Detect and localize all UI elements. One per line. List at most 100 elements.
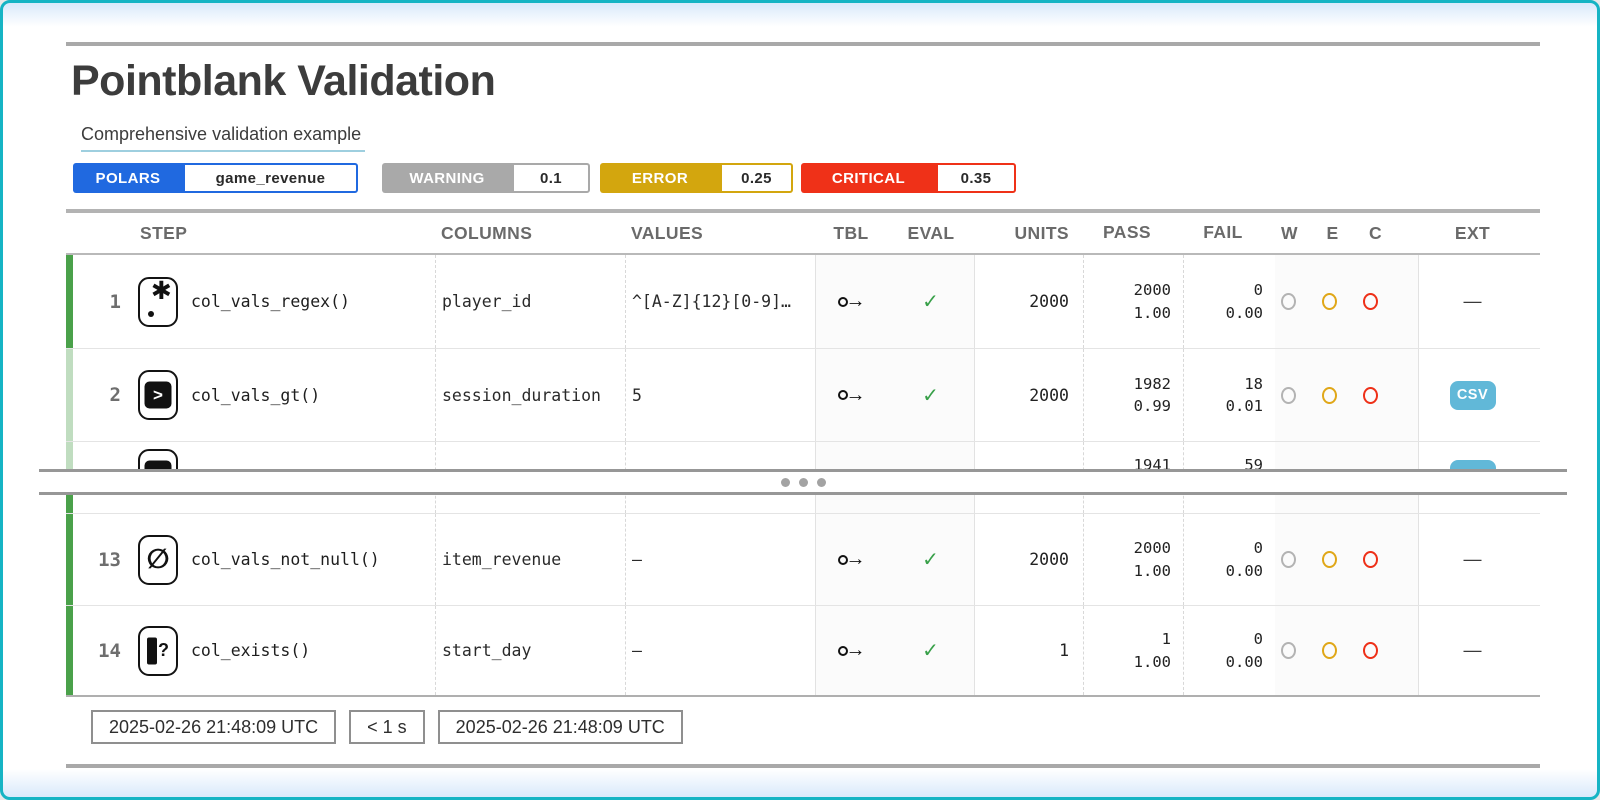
pass-count: 2000 xyxy=(1134,537,1171,559)
error-threshold-value: 0.25 xyxy=(720,163,793,193)
table-name-badge: game_revenue xyxy=(183,163,358,193)
values-cell: – xyxy=(625,606,815,695)
status-bar xyxy=(66,514,73,605)
end-time: 2025-02-26 21:48:09 UTC xyxy=(438,710,683,744)
status-bar xyxy=(66,606,73,695)
column-header-columns: COLUMNS xyxy=(441,223,532,243)
assertion-label: col_vals_not_null() xyxy=(191,550,380,569)
eval-check-icon: ✓ xyxy=(922,547,939,572)
table-arrow-icon xyxy=(838,385,866,406)
fail-count: 18 xyxy=(1244,373,1263,395)
columns-cell: session_duration xyxy=(435,349,625,441)
column-header-step: STEP xyxy=(140,223,187,244)
greater-than-icon: > xyxy=(138,370,178,420)
units-cell: 2000 xyxy=(975,550,1083,569)
critical-circle-icon xyxy=(1363,642,1378,659)
error-threshold-badge: ERROR 0.25 xyxy=(600,163,793,193)
critical-threshold-value: 0.35 xyxy=(936,163,1016,193)
status-bar xyxy=(66,255,73,348)
error-circle-icon xyxy=(1322,387,1337,404)
step-number: 14 xyxy=(73,640,135,662)
table-row: 14 ? col_exists() start_day – ✓ 1 11.00 … xyxy=(66,605,1540,697)
pass-fraction: 1.00 xyxy=(1134,651,1171,673)
pass-count: 1982 xyxy=(1134,373,1171,395)
column-header-eval: EVAL xyxy=(908,223,955,244)
csv-download-button[interactable]: CSV xyxy=(1450,381,1496,410)
eval-check-icon: ✓ xyxy=(922,289,939,314)
column-header-e: E xyxy=(1324,223,1341,244)
warning-threshold-badge: WARNING 0.1 xyxy=(382,163,590,193)
columns-cell: player_id xyxy=(435,255,625,348)
warning-circle-icon xyxy=(1281,293,1296,310)
fail-count: 0 xyxy=(1254,628,1263,650)
fail-fraction: 0.01 xyxy=(1226,395,1263,417)
assertion-label: col_vals_gt() xyxy=(191,386,320,405)
badge-row: POLARS game_revenue WARNING 0.1 ERROR 0.… xyxy=(73,163,1016,193)
units-cell: 1 xyxy=(975,641,1083,660)
ellipsis-dot-icon xyxy=(799,478,808,487)
fail-fraction: 0.00 xyxy=(1226,302,1263,324)
fail-count: 0 xyxy=(1254,279,1263,301)
values-cell: 5 xyxy=(625,349,815,441)
warning-circle-icon xyxy=(1281,642,1296,659)
validation-table: STEP COLUMNS VALUES TBL EVAL UNITS PASS … xyxy=(66,209,1540,697)
error-circle-icon xyxy=(1322,293,1337,310)
values-cell: – xyxy=(625,514,815,605)
table-row: 13 ∅ col_vals_not_null() item_revenue – … xyxy=(66,513,1540,605)
table-row: 2 > col_vals_gt() session_duration 5 ✓ 2… xyxy=(66,348,1540,441)
ellipsis-dot-icon xyxy=(781,478,790,487)
pointblank-validation-report: Pointblank Validation Comprehensive vali… xyxy=(0,0,1600,800)
pass-fraction: 0.99 xyxy=(1134,395,1171,417)
polars-badge-label: POLARS xyxy=(73,163,183,193)
units-cell: 2000 xyxy=(975,292,1083,311)
error-circle-icon xyxy=(1322,551,1337,568)
column-header-fail: FAIL xyxy=(1203,220,1243,245)
error-circle-icon xyxy=(1322,642,1337,659)
status-bar xyxy=(66,349,73,441)
regex-icon: ✱ xyxy=(138,277,178,327)
pass-count: 2000 xyxy=(1134,279,1171,301)
collapsed-rows-divider[interactable] xyxy=(39,469,1567,495)
step-number: 2 xyxy=(73,384,135,406)
column-exists-icon: ? xyxy=(138,626,178,676)
assertion-label: col_vals_regex() xyxy=(191,292,350,311)
step-number: 1 xyxy=(73,291,135,313)
step-number: 13 xyxy=(73,549,135,571)
critical-circle-icon xyxy=(1363,551,1378,568)
table-arrow-icon xyxy=(838,291,866,312)
pass-fraction: 1.00 xyxy=(1134,560,1171,582)
duration: < 1 s xyxy=(349,710,425,744)
column-header-ext: EXT xyxy=(1455,223,1490,244)
fail-count: 0 xyxy=(1254,537,1263,559)
top-rule xyxy=(66,42,1540,46)
column-header-units: UNITS xyxy=(1015,223,1070,243)
warning-circle-icon xyxy=(1281,551,1296,568)
assertion-label: col_exists() xyxy=(191,641,310,660)
ellipsis-dot-icon xyxy=(817,478,826,487)
report-subtitle: Comprehensive validation example xyxy=(81,124,365,152)
error-badge-label: ERROR xyxy=(600,163,720,193)
fail-fraction: 0.00 xyxy=(1226,560,1263,582)
column-header-c: C xyxy=(1367,223,1384,244)
column-header-w: W xyxy=(1281,223,1298,244)
critical-badge-label: CRITICAL xyxy=(801,163,936,193)
units-cell: 2000 xyxy=(975,386,1083,405)
column-header-values: VALUES xyxy=(631,223,703,243)
table-row: 1 ✱ col_vals_regex() player_id ^[A-Z]{12… xyxy=(66,255,1540,348)
source-badge: POLARS game_revenue xyxy=(73,163,358,193)
bottom-rule xyxy=(66,764,1540,768)
fail-fraction: 0.00 xyxy=(1226,651,1263,673)
pass-count: 1 xyxy=(1162,628,1171,650)
ext-none: — xyxy=(1464,640,1482,661)
pass-fraction: 1.00 xyxy=(1134,302,1171,324)
critical-threshold-badge: CRITICAL 0.35 xyxy=(801,163,1016,193)
column-header-pass: PASS xyxy=(1103,220,1151,245)
warning-threshold-value: 0.1 xyxy=(512,163,590,193)
warning-badge-label: WARNING xyxy=(382,163,512,193)
not-null-icon: ∅ xyxy=(138,535,178,585)
start-time: 2025-02-26 21:48:09 UTC xyxy=(91,710,336,744)
page-title: Pointblank Validation xyxy=(71,57,495,106)
critical-circle-icon xyxy=(1363,387,1378,404)
warning-circle-icon xyxy=(1281,387,1296,404)
values-cell: ^[A-Z]{12}[0-9]… xyxy=(625,255,815,348)
